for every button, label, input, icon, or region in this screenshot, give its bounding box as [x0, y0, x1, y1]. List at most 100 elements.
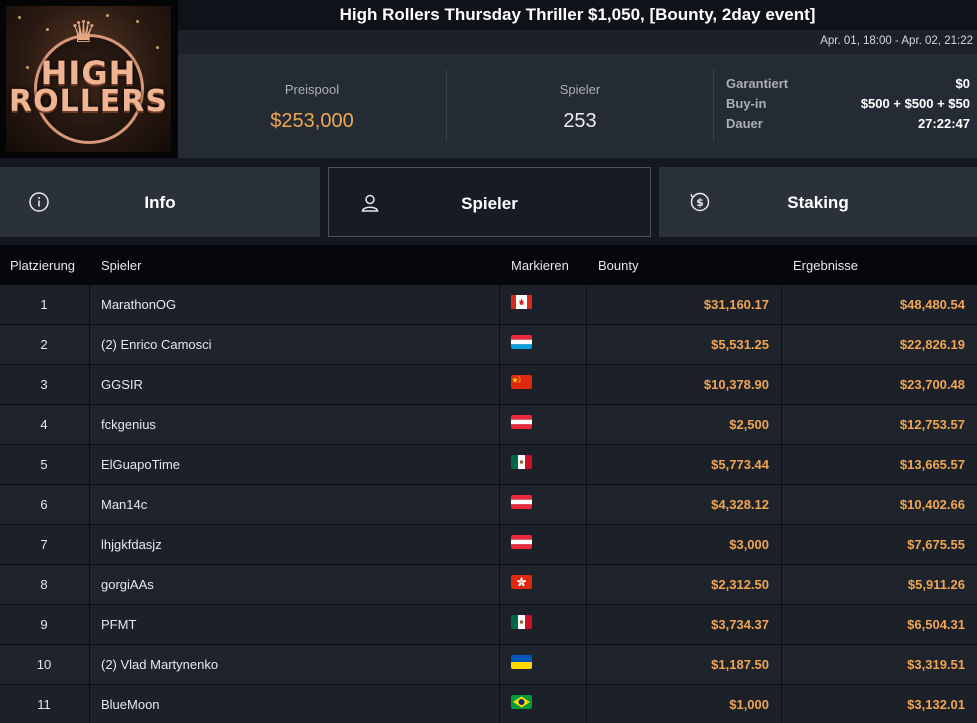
detail-label: Dauer: [726, 116, 763, 131]
country-flag-icon: [511, 295, 532, 309]
column-separator: [499, 645, 500, 684]
player-name-cell[interactable]: BlueMoon: [101, 685, 160, 723]
rank-cell: 3: [40, 377, 48, 392]
column-header-player[interactable]: Spieler: [101, 258, 141, 273]
result-cell: $13,665.57: [899, 457, 965, 472]
results-table-header: Platzierung Spieler Markieren Bounty Erg…: [0, 245, 977, 285]
logo-text-rollers: ROLLERS: [8, 84, 169, 119]
column-separator: [89, 685, 90, 723]
players-label: Spieler: [559, 82, 601, 97]
player-name-cell[interactable]: lhjgkfdasjz: [101, 525, 162, 564]
detail-buy-in: Buy-in $500 + $500 + $50: [726, 96, 970, 116]
bounty-cell: $1,187.50: [711, 657, 769, 672]
column-separator: [499, 485, 500, 524]
bounty-cell: $4,328.12: [711, 497, 769, 512]
column-separator: [89, 365, 90, 404]
country-flag-icon: [511, 335, 532, 349]
player-name-cell[interactable]: fckgenius: [101, 405, 156, 444]
result-cell: $3,132.01: [907, 697, 965, 712]
prize-pool-label: Preispool: [284, 82, 340, 97]
results-table-body: 1 MarathonOG $31,160.17 $48,480.54 2 (2) Enri…: [0, 285, 977, 723]
column-separator: [89, 605, 90, 644]
column-separator: [89, 565, 90, 604]
bounty-cell: $2,500: [729, 417, 769, 432]
table-row[interactable]: 10 (2) Vlad Martynenko $1,187.50 $3,319.51: [0, 645, 977, 685]
tab-info[interactable]: Info: [0, 167, 320, 237]
result-cell: $3,319.51: [907, 657, 965, 672]
table-row[interactable]: 6 Man14c $4,328.12 $10,402.66: [0, 485, 977, 525]
rank-cell: 7: [40, 537, 48, 552]
table-row[interactable]: 2 (2) Enrico Camosci $5,531.25 $22,826.19: [0, 325, 977, 365]
stats-panel: Preispool $253,000 Spieler 253 Garantier…: [178, 54, 977, 158]
table-row[interactable]: 7 lhjgkfdasjz $3,000 $7,675.55: [0, 525, 977, 565]
divider: [713, 70, 714, 142]
tab-spieler[interactable]: Spieler: [328, 167, 651, 237]
country-flag-icon: [511, 695, 532, 709]
rank-cell: 1: [40, 297, 48, 312]
bounty-cell: $10,378.90: [703, 377, 769, 392]
detail-value: $500 + $500 + $50: [860, 96, 970, 111]
rank-cell: 8: [40, 577, 48, 592]
column-separator: [499, 285, 500, 324]
country-flag-icon: [511, 575, 532, 589]
tournament-details: Garantiert $0 Buy-in $500 + $500 + $50 D…: [726, 76, 970, 136]
column-separator: [499, 365, 500, 404]
column-separator: [89, 405, 90, 444]
table-row[interactable]: 1 MarathonOG $31,160.17 $48,480.54: [0, 285, 977, 325]
table-row[interactable]: 9 PFMT $3,734.37 $6,504.31: [0, 605, 977, 645]
result-cell: $5,911.26: [907, 577, 965, 592]
tab-staking[interactable]: $ Staking: [659, 167, 977, 237]
result-cell: $22,826.19: [899, 337, 965, 352]
column-separator: [499, 405, 500, 444]
player-name-cell[interactable]: ElGuapoTime: [101, 445, 180, 484]
column-header-flag[interactable]: Markieren: [511, 258, 569, 273]
tab-spieler-label: Spieler: [461, 194, 518, 213]
table-row[interactable]: 5 ElGuapoTime $5,773.44 $13,665.57: [0, 445, 977, 485]
detail-guaranteed: Garantiert $0: [726, 76, 970, 96]
column-header-bounty[interactable]: Bounty: [598, 258, 638, 273]
tournament-date-range: Apr. 01, 18:00 - Apr. 02, 21:22: [820, 35, 973, 47]
tab-staking-label: Staking: [787, 193, 849, 212]
player-name-cell[interactable]: MarathonOG: [101, 285, 176, 324]
prize-pool-value: $253,000: [270, 110, 354, 132]
table-row[interactable]: 3 GGSIR $10,378.90 $23,700.48: [0, 365, 977, 405]
player-name-cell[interactable]: (2) Vlad Martynenko: [101, 645, 218, 684]
result-cell: $23,700.48: [899, 377, 965, 392]
table-row[interactable]: 8 gorgiAAs $2,312.50 $5,911.26: [0, 565, 977, 605]
bounty-cell: $31,160.17: [703, 297, 769, 312]
column-header-rank[interactable]: Platzierung: [10, 258, 75, 273]
column-header-result[interactable]: Ergebnisse: [793, 258, 858, 273]
tournament-page: ♛ HIGH ROLLERS High Rollers Thursday Thr…: [0, 0, 977, 723]
column-separator: [89, 285, 90, 324]
rank-cell: 5: [40, 457, 48, 472]
result-cell: $10,402.66: [899, 497, 965, 512]
country-flag-icon: [511, 415, 532, 429]
rank-cell: 6: [40, 497, 48, 512]
result-cell: $12,753.57: [899, 417, 965, 432]
player-name-cell[interactable]: gorgiAAs: [101, 565, 154, 604]
column-separator: [499, 525, 500, 564]
player-name-cell[interactable]: PFMT: [101, 605, 136, 644]
bounty-cell: $3,734.37: [711, 617, 769, 632]
country-flag-icon: [511, 615, 532, 629]
player-name-cell[interactable]: Man14c: [101, 485, 147, 524]
column-separator: [499, 605, 500, 644]
country-flag-icon: [511, 535, 532, 549]
bounty-cell: $1,000: [729, 697, 769, 712]
column-separator: [499, 445, 500, 484]
prize-pool-stat: Preispool $253,000: [178, 54, 446, 158]
table-row[interactable]: 4 fckgenius $2,500 $12,753.57: [0, 405, 977, 445]
detail-value: $0: [955, 76, 970, 91]
player-name-cell[interactable]: (2) Enrico Camosci: [101, 325, 212, 364]
table-row[interactable]: 11 BlueMoon $1,000 $3,132.01: [0, 685, 977, 723]
player-name-cell[interactable]: GGSIR: [101, 365, 143, 404]
column-separator: [89, 525, 90, 564]
date-bar: Apr. 01, 18:00 - Apr. 02, 21:22: [178, 30, 977, 54]
column-separator: [499, 685, 500, 723]
column-separator: [89, 645, 90, 684]
country-flag-icon: [511, 455, 532, 469]
tournament-title: High Rollers Thursday Thriller $1,050, […: [339, 5, 816, 24]
column-separator: [89, 445, 90, 484]
country-flag-icon: [511, 495, 532, 509]
players-value: 253: [563, 110, 597, 132]
